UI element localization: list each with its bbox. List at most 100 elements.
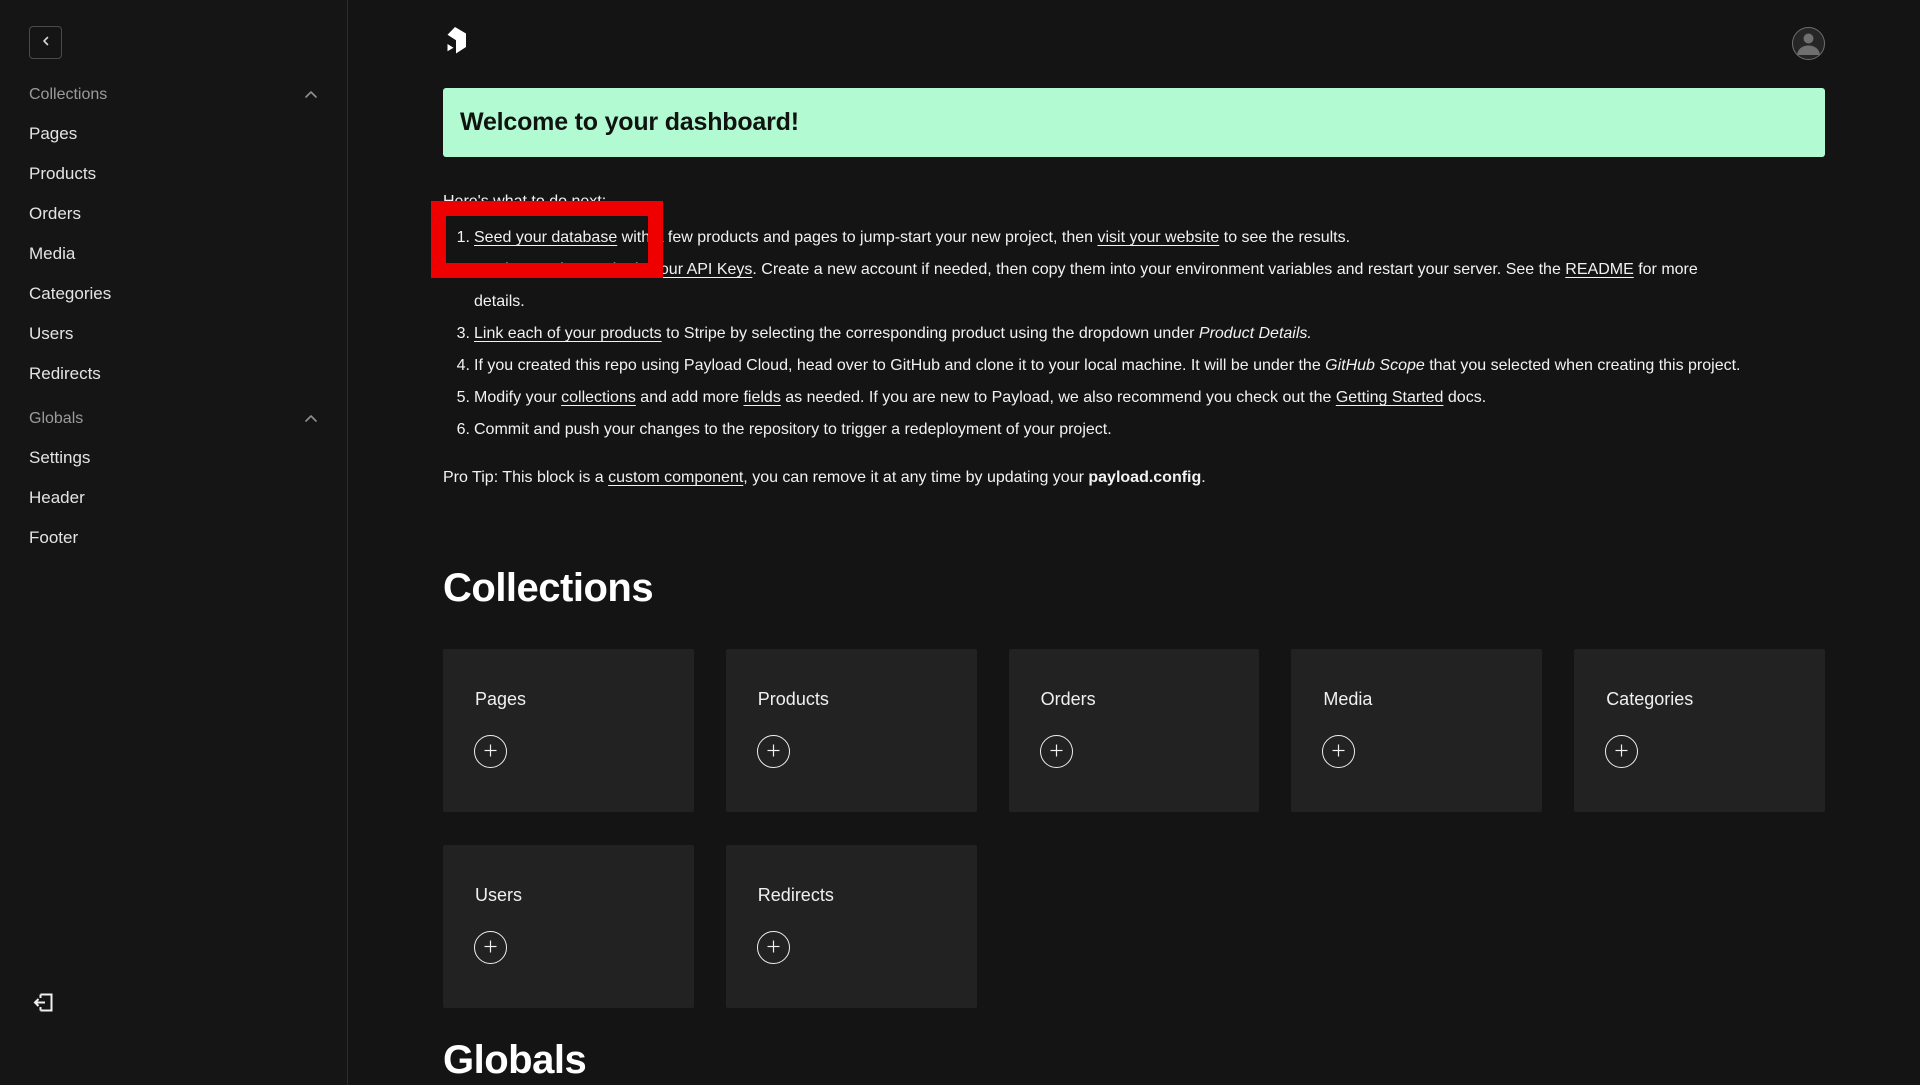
inline-link[interactable]: visit your website [1097, 229, 1219, 246]
add-categories-button[interactable] [1605, 735, 1638, 768]
card-label: Categories [1606, 689, 1693, 710]
add-pages-button[interactable] [474, 735, 507, 768]
sidebar-group-label: Collections [29, 86, 107, 104]
inline-text: that you selected when creating this pro… [1425, 357, 1741, 374]
plus-icon [1614, 743, 1629, 761]
collection-card-products[interactable]: Products [726, 649, 977, 812]
sidebar-collapse-button[interactable] [29, 26, 62, 59]
inline-link[interactable]: custom component [608, 469, 743, 486]
plus-icon [1331, 743, 1346, 761]
sidebar-item-products[interactable]: Products [29, 154, 318, 194]
card-label: Media [1323, 689, 1372, 710]
sidebar-group-header-globals[interactable]: Globals [29, 408, 318, 430]
inline-text: as needed. If you are new to Payload, we… [781, 389, 1336, 406]
list-item: 5. Modify your collections and add more … [443, 382, 1825, 414]
sidebar-group-label: Globals [29, 410, 83, 428]
annotation-highlight-box [431, 201, 663, 278]
inline-text: Commit and push your changes to the repo… [474, 421, 1112, 438]
list-item-number: 6. [443, 414, 470, 446]
list-item-number: 4. [443, 350, 470, 382]
plus-icon [766, 743, 781, 761]
welcome-banner-title: Welcome to your dashboard! [460, 108, 799, 137]
sidebar-item-settings[interactable]: Settings [29, 438, 318, 478]
sidebar-group-globals: Globals Settings Header Footer [29, 408, 318, 558]
list-item: 3. Link each of your products to Stripe … [443, 318, 1825, 350]
list-item: 6. Commit and push your changes to the r… [443, 414, 1825, 446]
list-item-text: If you created this repo using Payload C… [474, 357, 1741, 374]
collection-card-media[interactable]: Media [1291, 649, 1542, 812]
list-item-text: Commit and push your changes to the repo… [474, 421, 1112, 438]
card-label: Orders [1041, 689, 1096, 710]
add-media-button[interactable] [1322, 735, 1355, 768]
plus-icon [483, 939, 498, 957]
card-label: Redirects [758, 885, 834, 906]
sidebar-item-footer[interactable]: Footer [29, 518, 318, 558]
sidebar: Collections Pages Products Orders Media … [0, 0, 348, 1085]
add-products-button[interactable] [757, 735, 790, 768]
dashboard-page: { "colors": { "page_bg": "#141414", "ban… [0, 0, 1920, 1085]
logout-icon [31, 990, 56, 1018]
chevron-left-icon [40, 35, 52, 50]
collections-card-grid: Pages Products Orders Media Categories U… [443, 649, 1825, 1008]
sidebar-item-media[interactable]: Media [29, 234, 318, 274]
inline-text: Product Details. [1199, 325, 1312, 342]
list-item: 4. If you created this repo using Payloa… [443, 350, 1825, 382]
inline-link[interactable]: collections [561, 389, 636, 406]
plus-icon [1049, 743, 1064, 761]
inline-text: with a few products and pages to jump-st… [617, 229, 1097, 246]
inline-link[interactable]: Link each of your products [474, 325, 662, 342]
inline-link[interactable]: README [1565, 261, 1633, 278]
inline-text: for more [1634, 261, 1698, 278]
inline-text: Pro Tip: This block is a [443, 469, 608, 486]
sidebar-group-collections: Collections Pages Products Orders Media … [29, 84, 318, 394]
logout-button[interactable] [29, 990, 57, 1018]
chevron-up-icon [304, 410, 318, 428]
sidebar-item-orders[interactable]: Orders [29, 194, 318, 234]
inline-text: . [1201, 469, 1205, 486]
list-item-number: 5. [443, 382, 470, 414]
collection-card-users[interactable]: Users [443, 845, 694, 1008]
list-item-number: 3. [443, 318, 470, 350]
account-avatar[interactable] [1792, 27, 1825, 60]
plus-icon [483, 743, 498, 761]
card-label: Pages [475, 689, 526, 710]
inline-text: . Create a new account if needed, then c… [752, 261, 1565, 278]
add-users-button[interactable] [474, 931, 507, 964]
inline-text: to see the results. [1219, 229, 1350, 246]
sidebar-item-categories[interactable]: Categories [29, 274, 318, 314]
inline-text: to Stripe by selecting the corresponding… [662, 325, 1199, 342]
inline-text: If you created this repo using Payload C… [474, 357, 1325, 374]
payload-logo-icon[interactable] [443, 26, 467, 56]
plus-icon [766, 939, 781, 957]
pro-tip: Pro Tip: This block is a custom componen… [443, 466, 1825, 490]
collection-card-categories[interactable]: Categories [1574, 649, 1825, 812]
chevron-up-icon [304, 86, 318, 104]
inline-text: Modify your [474, 389, 561, 406]
inline-link[interactable]: fields [743, 389, 780, 406]
add-orders-button[interactable] [1040, 735, 1073, 768]
inline-text: payload.config [1088, 469, 1201, 486]
sidebar-item-users[interactable]: Users [29, 314, 318, 354]
inline-text: and add more [636, 389, 744, 406]
sidebar-group-header-collections[interactable]: Collections [29, 84, 318, 106]
collections-section-title: Collections [443, 566, 653, 610]
card-label: Products [758, 689, 829, 710]
inline-link[interactable]: Getting Started [1336, 389, 1444, 406]
collection-card-redirects[interactable]: Redirects [726, 845, 977, 1008]
sidebar-collections-items: Pages Products Orders Media Categories U… [29, 114, 318, 394]
user-avatar-icon [1793, 27, 1824, 60]
globals-section-title: Globals [443, 1038, 586, 1082]
collection-card-pages[interactable]: Pages [443, 649, 694, 812]
sidebar-item-pages[interactable]: Pages [29, 114, 318, 154]
list-item-text: Modify your collections and add more fie… [474, 389, 1486, 406]
main-content: Welcome to your dashboard! Here's what t… [349, 0, 1920, 1085]
collection-card-orders[interactable]: Orders [1009, 649, 1260, 812]
card-label: Users [475, 885, 522, 906]
sidebar-nav: Collections Pages Products Orders Media … [29, 84, 318, 558]
sidebar-item-redirects[interactable]: Redirects [29, 354, 318, 394]
sidebar-item-header[interactable]: Header [29, 478, 318, 518]
list-item-text: Link each of your products to Stripe by … [474, 325, 1312, 342]
welcome-banner: Welcome to your dashboard! [443, 88, 1825, 157]
add-redirects-button[interactable] [757, 931, 790, 964]
inline-text: , you can remove it at any time by updat… [743, 469, 1088, 486]
